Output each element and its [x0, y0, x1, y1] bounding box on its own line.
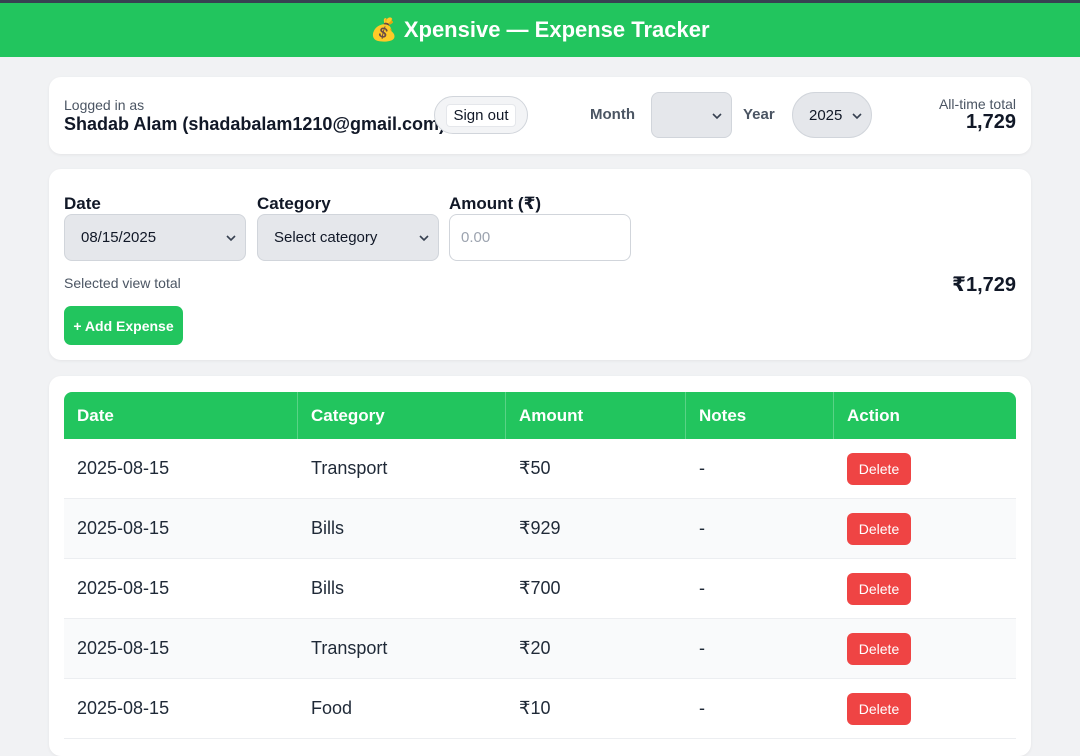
- year-label: Year: [743, 106, 775, 123]
- cell-action: Delete: [834, 619, 1016, 678]
- amount-label: Amount (₹): [449, 194, 542, 213]
- month-select[interactable]: [651, 92, 732, 138]
- table-header: Date Category Amount Notes Action: [64, 392, 1016, 439]
- table-row: 2025-08-15 Food ₹10 - Delete: [64, 679, 1016, 739]
- cell-date: 2025-08-15: [77, 578, 170, 598]
- table-row: 2025-08-15 Bills ₹929 - Delete: [64, 499, 1016, 559]
- delete-button[interactable]: Delete: [847, 452, 911, 485]
- cell-notes: -: [699, 698, 705, 718]
- chevron-down-icon: [712, 113, 722, 120]
- cell-amount: ₹700: [519, 578, 561, 598]
- table-row: 2025-08-15 Transport ₹20 - Delete: [64, 619, 1016, 679]
- date-label: Date: [64, 194, 101, 213]
- category-label: Category: [257, 194, 331, 213]
- cell-category: Transport: [311, 638, 388, 658]
- category-value: Select category: [274, 229, 378, 246]
- alltime-total-label: All-time total: [938, 96, 1016, 112]
- month-label: Month: [590, 106, 635, 123]
- cell-action: Delete: [834, 439, 1016, 498]
- year-value: 2025: [809, 106, 843, 124]
- cell-action: Delete: [834, 679, 1016, 738]
- alltime-total-value: 1,729: [965, 111, 1016, 133]
- app-title: Xpensive — Expense Tracker: [403, 17, 710, 42]
- cell-notes: -: [699, 458, 705, 478]
- cell-category: Bills: [311, 518, 345, 538]
- cell-category: Food: [311, 698, 353, 718]
- view-total-value: ₹1,729: [952, 274, 1016, 296]
- view-total-label: Selected view total: [64, 275, 181, 291]
- cell-amount: ₹10: [519, 698, 551, 718]
- delete-button[interactable]: Delete: [847, 692, 911, 725]
- cell-notes: -: [699, 638, 705, 658]
- date-value: 08/15/2025: [81, 229, 157, 246]
- delete-button[interactable]: Delete: [847, 632, 911, 665]
- cell-action: Delete: [834, 499, 1016, 558]
- column-header-amount: Amount: [506, 392, 686, 439]
- delete-button[interactable]: Delete: [847, 512, 911, 545]
- cell-category: Bills: [311, 578, 345, 598]
- year-select[interactable]: 2025: [792, 92, 872, 138]
- cell-date: 2025-08-15: [77, 638, 170, 658]
- column-header-category: Category: [298, 392, 506, 439]
- expenses-table-card: Date Category Amount Notes Action 2025-0…: [49, 376, 1031, 756]
- cell-amount: ₹929: [519, 518, 561, 538]
- cell-notes: -: [699, 518, 705, 538]
- cell-date: 2025-08-15: [77, 698, 170, 718]
- add-expense-button[interactable]: + Add Expense: [64, 306, 183, 345]
- cell-notes: -: [699, 578, 705, 598]
- cell-action: Delete: [834, 559, 1016, 618]
- sign-out-button[interactable]: Sign out: [434, 96, 528, 134]
- cell-date: 2025-08-15: [77, 518, 170, 538]
- chevron-down-icon: [419, 235, 429, 242]
- expenses-table: Date Category Amount Notes Action 2025-0…: [64, 392, 1016, 739]
- cell-amount: ₹20: [519, 638, 551, 658]
- cell-date: 2025-08-15: [77, 458, 170, 478]
- column-header-date: Date: [64, 392, 298, 439]
- delete-button[interactable]: Delete: [847, 572, 911, 605]
- category-select[interactable]: Select category: [257, 214, 439, 261]
- cell-category: Transport: [311, 458, 388, 478]
- expense-form-card: Date 08/15/2025 Category Select category…: [49, 169, 1031, 360]
- table-row: 2025-08-15 Transport ₹50 - Delete: [64, 439, 1016, 499]
- cell-amount: ₹50: [519, 458, 551, 478]
- money-bag-icon: 💰: [370, 17, 398, 42]
- sign-out-label: Sign out: [446, 103, 516, 127]
- column-header-notes: Notes: [686, 392, 834, 439]
- app-header: 💰 Xpensive — Expense Tracker: [0, 3, 1080, 57]
- date-input[interactable]: 08/15/2025: [64, 214, 246, 261]
- user-card: Logged in as Shadab Alam (shadabalam1210…: [49, 77, 1031, 154]
- chevron-down-icon: [226, 235, 236, 242]
- amount-input[interactable]: [449, 214, 631, 261]
- chevron-down-icon: [852, 113, 862, 120]
- column-header-action: Action: [847, 405, 900, 425]
- table-row: 2025-08-15 Bills ₹700 - Delete: [64, 559, 1016, 619]
- user-name: Shadab Alam (shadabalam1210@gmail.com): [64, 114, 446, 134]
- logged-in-label: Logged in as: [64, 97, 145, 113]
